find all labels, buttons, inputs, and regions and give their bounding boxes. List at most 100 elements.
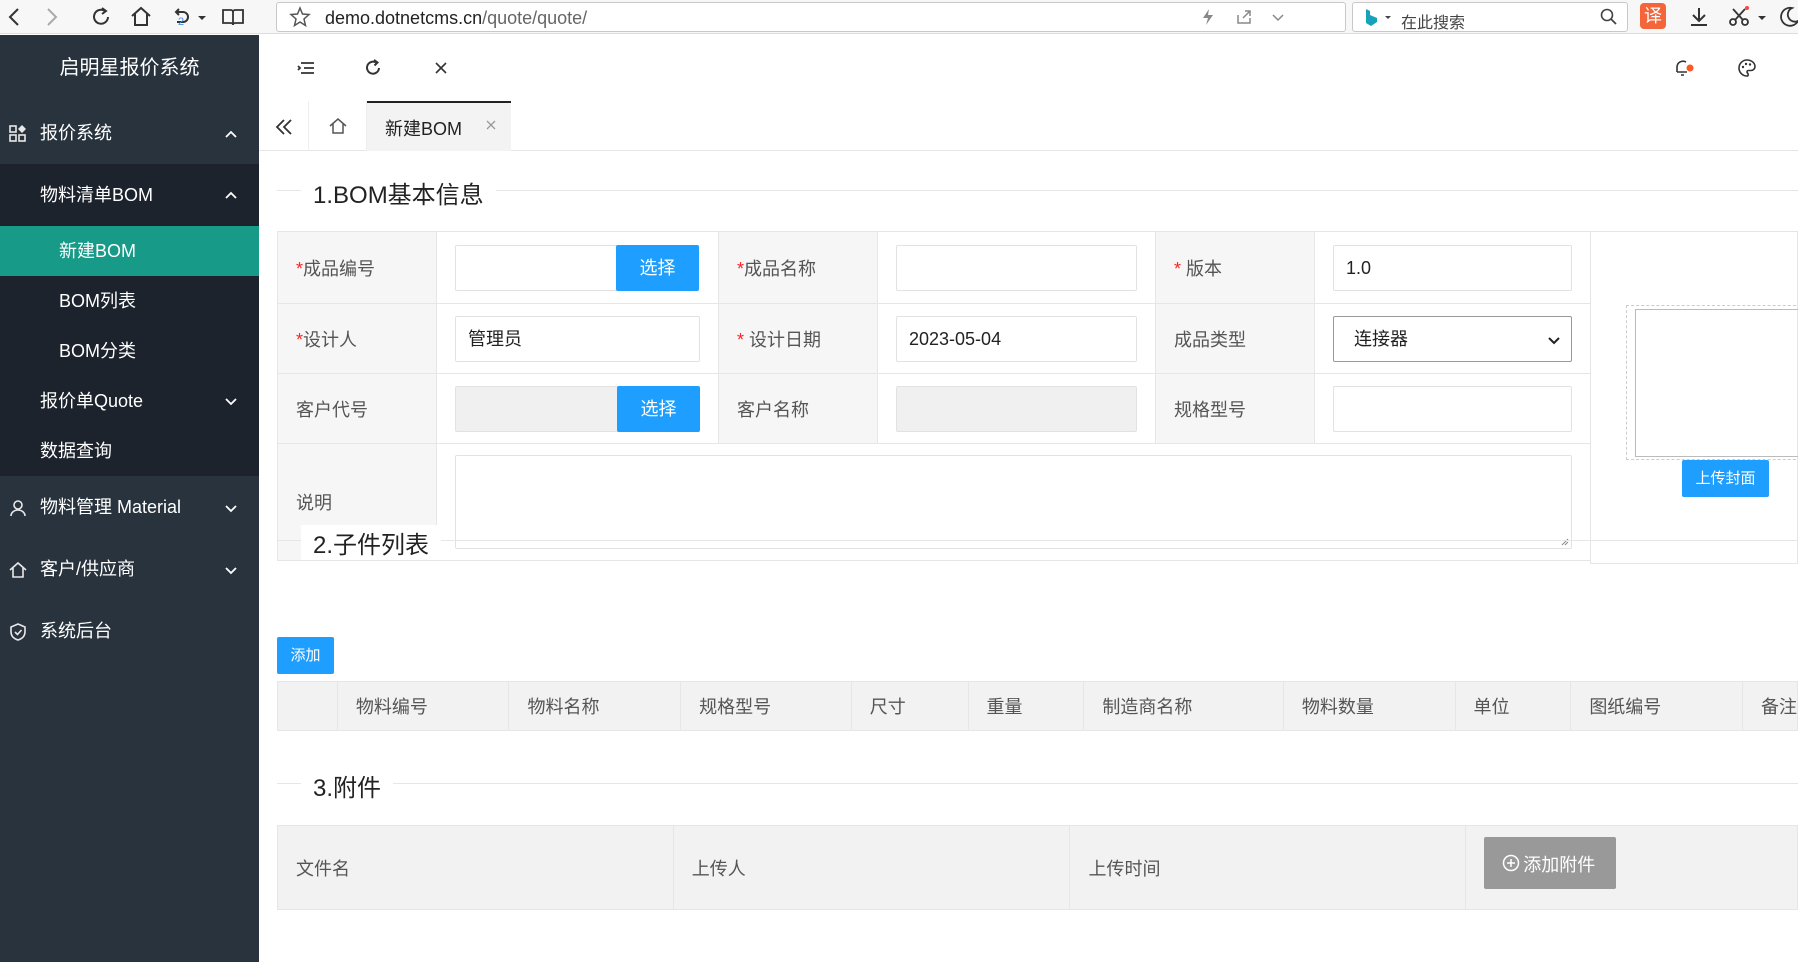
label-product-name: *成品名称 — [718, 231, 878, 304]
menu-bom-category[interactable]: BOM分类 — [0, 326, 259, 376]
table-header-row: 文件名 上传人 上传时间 添加附件 — [277, 825, 1798, 910]
menu-customer-supplier[interactable]: 客户/供应商 — [0, 538, 259, 600]
label-designer: *设计人 — [277, 303, 437, 374]
search-icon[interactable] — [1599, 7, 1619, 27]
user-icon — [8, 498, 28, 518]
forward-icon[interactable] — [38, 4, 64, 30]
home-icon[interactable] — [128, 4, 154, 30]
tab-label: 新建BOM — [385, 119, 463, 139]
label-customer-name: 客户名称 — [718, 373, 878, 444]
share-icon[interactable] — [1233, 6, 1255, 28]
url-text: demo.dotnetcms.cn/quote/quote/ — [325, 8, 587, 29]
choose-product-button[interactable]: 选择 — [616, 244, 699, 291]
design-date-input[interactable]: 2023-05-04 — [896, 315, 1137, 362]
spec-model-input[interactable] — [1333, 385, 1572, 432]
column-header: 制造商名称 — [1083, 681, 1284, 731]
menu-new-bom[interactable]: 新建BOM — [0, 226, 259, 276]
scissors-icon[interactable] — [1726, 4, 1752, 30]
menu-bom-list[interactable]: BOM列表 — [0, 276, 259, 326]
tabs-scroll-left[interactable] — [259, 101, 309, 151]
chevron-down-icon[interactable] — [1267, 6, 1289, 28]
chevron-up-icon — [223, 187, 239, 203]
main-content: 1.BOM基本信息 *成品编号 选择 *成品名称 * 版本 1.0 *设计人 管… — [259, 151, 1798, 962]
bell-icon[interactable] — [1672, 57, 1694, 79]
add-child-button[interactable]: 添加 — [277, 637, 334, 674]
search-placeholder: 在此搜索 — [1401, 15, 1466, 32]
product-type-select[interactable]: 连接器 — [1333, 315, 1572, 362]
menu-system-admin[interactable]: 系统后台 — [0, 600, 259, 662]
shield-icon — [8, 622, 28, 642]
app-title: 启明星报价系统 — [59, 57, 200, 79]
menu-label: 物料清单BOM — [40, 185, 154, 205]
cover-preview — [1626, 305, 1798, 460]
customer-code-input[interactable]: 选择 — [455, 385, 700, 432]
cover-image-cell: 上传封面 — [1590, 231, 1798, 564]
product-code-input[interactable]: 选择 — [455, 244, 699, 291]
close-icon[interactable] — [430, 57, 452, 79]
menu-material[interactable]: 物料管理 Material — [0, 476, 259, 538]
column-header: 规格型号 — [680, 681, 852, 731]
menu-toggle-icon[interactable] — [295, 57, 317, 79]
night-mode-icon[interactable] — [1776, 4, 1798, 30]
column-header: 单位 — [1454, 681, 1572, 731]
label-version: * 版本 — [1155, 231, 1315, 304]
close-icon[interactable] — [485, 119, 497, 131]
history-dropdown-icon[interactable] — [196, 4, 208, 30]
section-title: 2.子件列表 — [301, 525, 442, 560]
submenu-quote-system: 物料清单BOM 新建BOM BOM列表 BOM分类 报价单Quote 数据查询 — [0, 164, 259, 476]
column-header: 文件名 — [277, 825, 674, 910]
add-attachment-button[interactable]: 添加附件 — [1484, 837, 1617, 889]
checkbox-column-header — [277, 681, 338, 731]
chevron-down-icon — [223, 562, 239, 578]
column-header: 上传时间 — [1069, 825, 1467, 910]
translate-button[interactable]: 译 — [1640, 3, 1666, 29]
menu-label: 报价系统 — [40, 123, 112, 143]
refresh-icon[interactable] — [362, 57, 384, 79]
address-bar[interactable]: demo.dotnetcms.cn/quote/quote/ — [276, 2, 1346, 32]
menu-bom[interactable]: 物料清单BOM — [0, 164, 259, 226]
search-box[interactable]: 在此搜索 — [1352, 2, 1628, 32]
label-product-code: *成品编号 — [277, 231, 437, 304]
upload-cover-button[interactable]: 上传封面 — [1682, 460, 1769, 497]
back-icon[interactable] — [2, 4, 28, 30]
tab-new-bom[interactable]: 新建BOM — [367, 101, 511, 151]
menu-quote-system[interactable]: 报价系统 — [0, 102, 259, 164]
choose-customer-button[interactable]: 选择 — [617, 385, 700, 432]
column-header: 备注 — [1741, 681, 1798, 731]
menu-label: 报价单Quote — [40, 391, 144, 411]
menu-data-query[interactable]: 数据查询 — [0, 426, 259, 476]
section-title: 1.BOM基本信息 — [301, 175, 496, 210]
lightning-icon[interactable] — [1197, 6, 1219, 28]
menu-quote[interactable]: 报价单Quote — [0, 376, 259, 426]
url-path: /quote/quote/ — [482, 8, 588, 28]
section-title: 3.附件 — [301, 768, 394, 803]
url-domain: demo.dotnetcms.cn — [325, 8, 483, 28]
top-header — [259, 35, 1798, 101]
history-count: 2 — [178, 16, 185, 28]
home-icon — [8, 560, 28, 580]
column-header: 图纸编号 — [1570, 681, 1743, 731]
engine-dropdown-icon[interactable] — [1383, 9, 1393, 25]
column-header: 物料名称 — [508, 681, 682, 731]
apps-grid-icon — [8, 124, 28, 144]
refresh-icon[interactable] — [88, 4, 114, 30]
tab-home[interactable] — [309, 101, 367, 151]
tab-bar: 新建BOM — [259, 101, 1798, 151]
theme-palette-icon[interactable] — [1736, 57, 1758, 79]
section-child-list-title: 2.子件列表 — [277, 525, 1798, 560]
menu-label: 客户/供应商 — [40, 559, 136, 579]
designer-input[interactable]: 管理员 — [455, 315, 700, 362]
home-icon — [329, 118, 347, 134]
chevron-down-icon — [223, 393, 239, 409]
favorite-star-icon[interactable] — [289, 6, 311, 28]
child-list-table: 物料编号 物料名称 规格型号 尺寸 重量 制造商名称 物料数量 单位 图纸编号 … — [277, 681, 1798, 731]
menu-label: 物料管理 Material — [40, 497, 182, 517]
product-name-input[interactable] — [896, 244, 1137, 291]
reader-book-icon[interactable] — [220, 4, 246, 30]
scissors-dropdown-icon[interactable] — [1756, 4, 1768, 30]
chevron-down-icon — [1547, 333, 1561, 347]
download-icon[interactable] — [1686, 4, 1712, 30]
plus-circle-icon — [1502, 854, 1520, 872]
label-customer-code: 客户代号 — [277, 373, 437, 444]
version-input[interactable]: 1.0 — [1333, 244, 1572, 291]
